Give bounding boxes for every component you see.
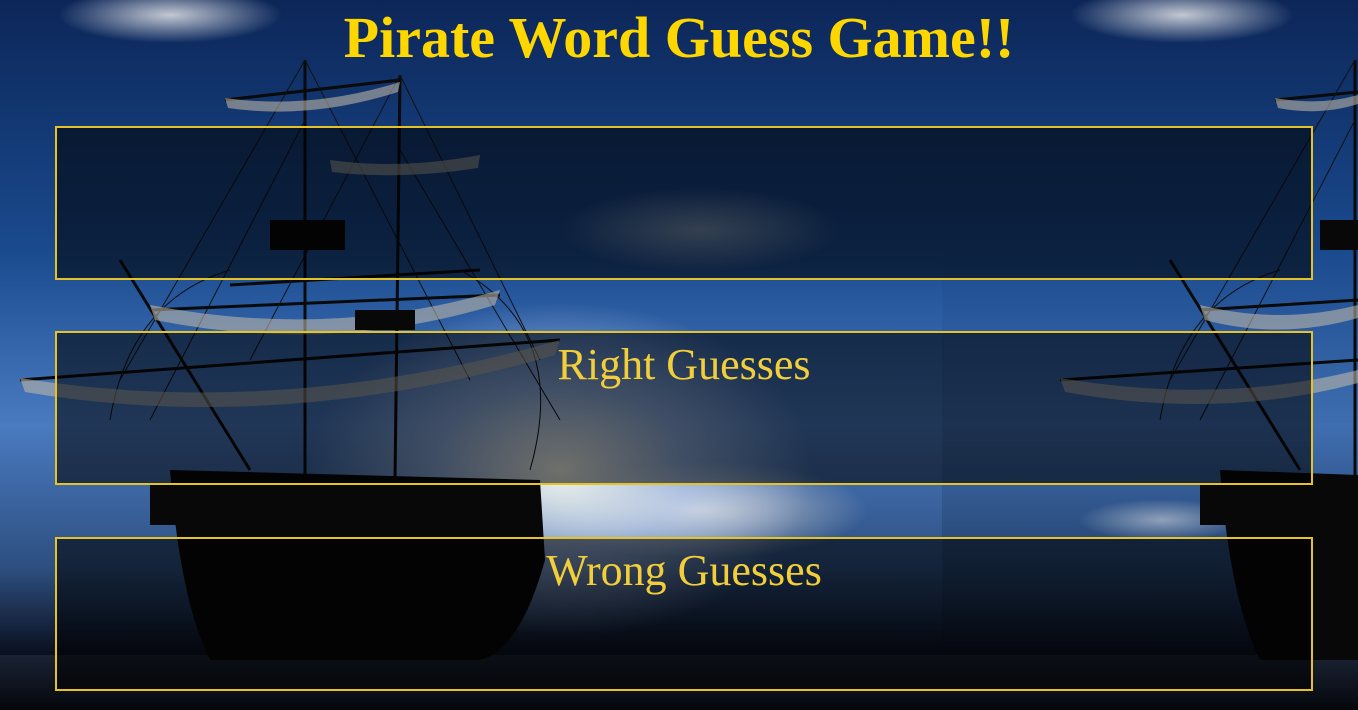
word-display-panel <box>55 126 1313 280</box>
wrong-guesses-list <box>57 599 1311 603</box>
right-guesses-list <box>57 393 1311 397</box>
right-guesses-panel: Right Guesses <box>55 331 1313 485</box>
game-title: Pirate Word Guess Game!! <box>343 5 1015 70</box>
word-display-text <box>57 128 1311 132</box>
wrong-guesses-heading: Wrong Guesses <box>546 546 822 595</box>
wrong-guesses-panel: Wrong Guesses <box>55 537 1313 691</box>
right-guesses-heading: Right Guesses <box>557 340 811 389</box>
